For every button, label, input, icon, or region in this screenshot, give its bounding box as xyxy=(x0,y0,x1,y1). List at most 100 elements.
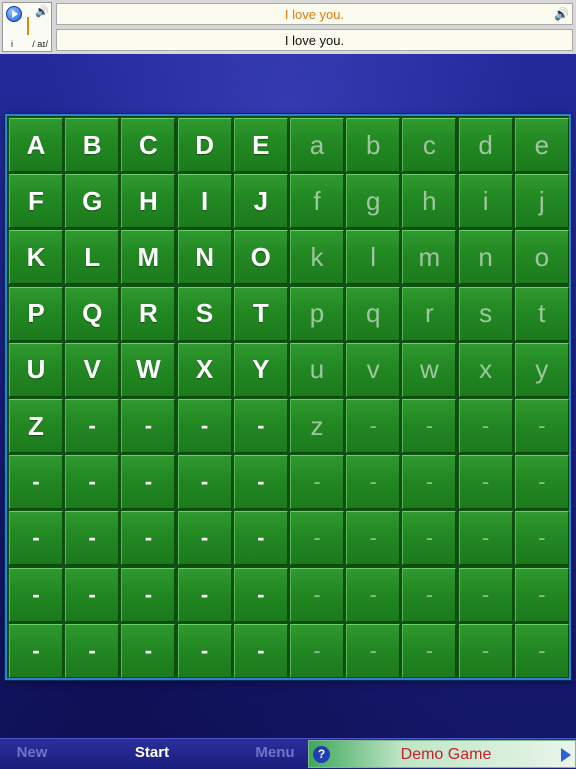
letter-tile[interactable]: - xyxy=(514,511,569,566)
letter-tile[interactable]: - xyxy=(402,399,457,453)
letter-tile[interactable]: V xyxy=(65,342,120,397)
letter-tile[interactable]: - xyxy=(514,455,569,510)
letter-tile[interactable]: - xyxy=(346,567,401,622)
letter-tile[interactable]: - xyxy=(514,623,569,678)
letter-tile[interactable]: - xyxy=(290,511,344,566)
letter-tile[interactable]: O xyxy=(233,230,288,285)
letter-tile[interactable]: - xyxy=(121,455,176,510)
letter-tile[interactable]: T xyxy=(233,286,288,341)
letter-tile[interactable]: - xyxy=(514,567,569,622)
letter-tile[interactable]: - xyxy=(9,567,63,622)
letter-tile[interactable]: z xyxy=(290,399,344,453)
letter-tile[interactable]: - xyxy=(290,567,344,622)
letter-tile[interactable]: J xyxy=(233,174,288,229)
letter-tile[interactable]: - xyxy=(346,399,401,453)
letter-tile[interactable]: C xyxy=(121,118,176,172)
letter-tile[interactable]: - xyxy=(233,623,288,678)
letter-tile[interactable]: - xyxy=(458,623,513,678)
letter-tile[interactable]: - xyxy=(121,623,176,678)
letter-tile[interactable]: W xyxy=(121,342,176,397)
letter-tile[interactable]: d xyxy=(458,118,513,172)
letter-tile[interactable]: - xyxy=(233,567,288,622)
play-arrow-icon[interactable] xyxy=(561,748,571,762)
letter-tile[interactable]: - xyxy=(402,567,457,622)
letter-tile[interactable]: P xyxy=(9,286,63,341)
letter-tile[interactable]: b xyxy=(346,118,401,172)
letter-tile[interactable]: - xyxy=(402,623,457,678)
letter-tile[interactable]: k xyxy=(290,230,344,285)
play-icon[interactable] xyxy=(6,6,22,22)
letter-tile[interactable]: e xyxy=(514,118,569,172)
letter-tile[interactable]: - xyxy=(458,399,513,453)
letter-tile[interactable]: h xyxy=(402,174,457,229)
letter-tile[interactable]: - xyxy=(233,455,288,510)
letter-tile[interactable]: - xyxy=(9,455,63,510)
letter-tile[interactable]: - xyxy=(346,455,401,510)
letter-tile[interactable]: - xyxy=(290,623,344,678)
letter-tile[interactable]: g xyxy=(346,174,401,229)
letter-tile[interactable]: - xyxy=(177,511,232,566)
letter-tile[interactable]: G xyxy=(65,174,120,229)
letter-tile[interactable]: U xyxy=(9,342,63,397)
letter-tile[interactable]: - xyxy=(177,623,232,678)
letter-tile[interactable]: - xyxy=(458,567,513,622)
letter-tile[interactable]: - xyxy=(9,623,63,678)
letter-tile[interactable]: N xyxy=(177,230,232,285)
new-button[interactable]: New xyxy=(0,739,64,769)
menu-button[interactable]: Menu xyxy=(245,739,305,769)
letter-tile[interactable]: - xyxy=(177,567,232,622)
letter-tile[interactable]: p xyxy=(290,286,344,341)
letter-tile[interactable]: m xyxy=(402,230,457,285)
letter-tile[interactable]: y xyxy=(514,342,569,397)
letter-tile[interactable]: l xyxy=(346,230,401,285)
letter-tile[interactable]: o xyxy=(514,230,569,285)
letter-tile[interactable]: H xyxy=(121,174,176,229)
letter-tile[interactable]: K xyxy=(9,230,63,285)
letter-tile[interactable]: - xyxy=(177,455,232,510)
letter-tile[interactable]: E xyxy=(233,118,288,172)
letter-tile[interactable]: - xyxy=(346,511,401,566)
start-button[interactable]: Start xyxy=(120,739,184,769)
demo-game-button[interactable]: ? Demo Game xyxy=(308,740,576,768)
letter-tile[interactable]: j xyxy=(514,174,569,229)
letter-tile[interactable]: q xyxy=(346,286,401,341)
letter-tile[interactable]: S xyxy=(177,286,232,341)
letter-tile[interactable]: i xyxy=(458,174,513,229)
letter-tile[interactable]: u xyxy=(290,342,344,397)
speaker-icon[interactable]: 🔊 xyxy=(35,5,49,18)
letter-tile[interactable]: - xyxy=(233,511,288,566)
letter-tile[interactable]: - xyxy=(121,567,176,622)
letter-tile[interactable]: - xyxy=(346,623,401,678)
letter-tile[interactable]: Q xyxy=(65,286,120,341)
letter-tile[interactable]: f xyxy=(290,174,344,229)
letter-tile[interactable]: c xyxy=(402,118,457,172)
letter-tile[interactable]: - xyxy=(402,455,457,510)
letter-tile[interactable]: - xyxy=(514,399,569,453)
letter-tile[interactable]: n xyxy=(458,230,513,285)
letter-tile[interactable]: L xyxy=(65,230,120,285)
letter-tile[interactable]: - xyxy=(402,511,457,566)
help-icon[interactable]: ? xyxy=(313,746,330,763)
letter-tile[interactable]: w xyxy=(402,342,457,397)
letter-tile[interactable]: - xyxy=(458,455,513,510)
letter-tile[interactable]: v xyxy=(346,342,401,397)
letter-tile[interactable]: - xyxy=(65,399,120,453)
letter-tile[interactable]: r xyxy=(402,286,457,341)
letter-tile[interactable]: - xyxy=(121,399,176,453)
letter-tile[interactable]: - xyxy=(9,511,63,566)
letter-tile[interactable]: - xyxy=(65,567,120,622)
letter-tile[interactable]: - xyxy=(233,399,288,453)
letter-tile[interactable]: B xyxy=(65,118,120,172)
letter-tile[interactable]: A xyxy=(9,118,63,172)
sentence-display[interactable]: I love you. xyxy=(56,29,573,51)
letter-tile[interactable]: x xyxy=(458,342,513,397)
letter-tile[interactable]: - xyxy=(65,511,120,566)
letter-tile[interactable]: F xyxy=(9,174,63,229)
letter-tile[interactable]: Z xyxy=(9,399,63,453)
letter-tile[interactable]: D xyxy=(177,118,232,172)
letter-tile[interactable]: - xyxy=(458,511,513,566)
letter-tile[interactable]: s xyxy=(458,286,513,341)
letter-tile[interactable]: t xyxy=(514,286,569,341)
letter-tile[interactable]: M xyxy=(121,230,176,285)
letter-tile[interactable]: R xyxy=(121,286,176,341)
